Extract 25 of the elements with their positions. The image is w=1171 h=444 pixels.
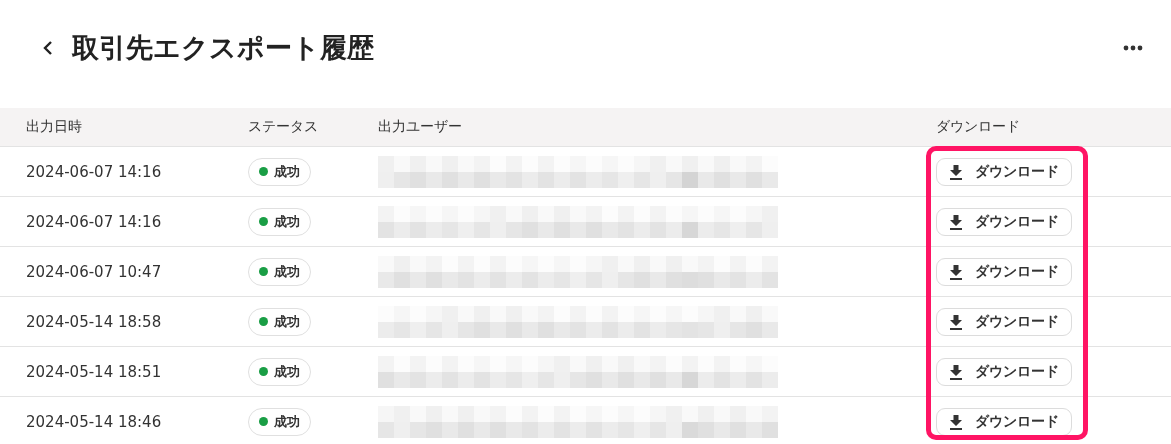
- date-text: 2024-06-07 14:16: [26, 212, 162, 231]
- page-title: 取引先エクスポート履歴: [72, 31, 375, 65]
- download-icon: [949, 313, 963, 330]
- column-header: ステータス: [248, 118, 318, 134]
- back-icon: [42, 40, 54, 56]
- date-text: 2024-06-07 10:47: [26, 262, 162, 281]
- column-header: 出力日時: [26, 118, 82, 134]
- download-icon: [949, 263, 963, 280]
- date-text: 2024-05-14 18:46: [26, 412, 162, 431]
- column-header: ダウンロード: [936, 118, 1020, 134]
- download-button[interactable]: ダウンロード: [936, 207, 1072, 236]
- more-icon: [1123, 45, 1143, 51]
- date-text: 2024-05-14 18:58: [26, 312, 162, 331]
- download-icon: [949, 163, 963, 180]
- download-icon: [949, 363, 963, 380]
- download-icon: [949, 413, 963, 430]
- download-button[interactable]: ダウンロード: [936, 357, 1072, 386]
- download-icon: [949, 213, 963, 230]
- date-text: 2024-05-14 18:51: [26, 362, 162, 381]
- download-button[interactable]: ダウンロード: [936, 407, 1072, 436]
- date-text: 2024-06-07 14:16: [26, 162, 162, 181]
- download-button[interactable]: ダウンロード: [936, 257, 1072, 286]
- column-header: 出力ユーザー: [378, 118, 462, 134]
- download-button[interactable]: ダウンロード: [936, 157, 1072, 186]
- download-button[interactable]: ダウンロード: [936, 307, 1072, 336]
